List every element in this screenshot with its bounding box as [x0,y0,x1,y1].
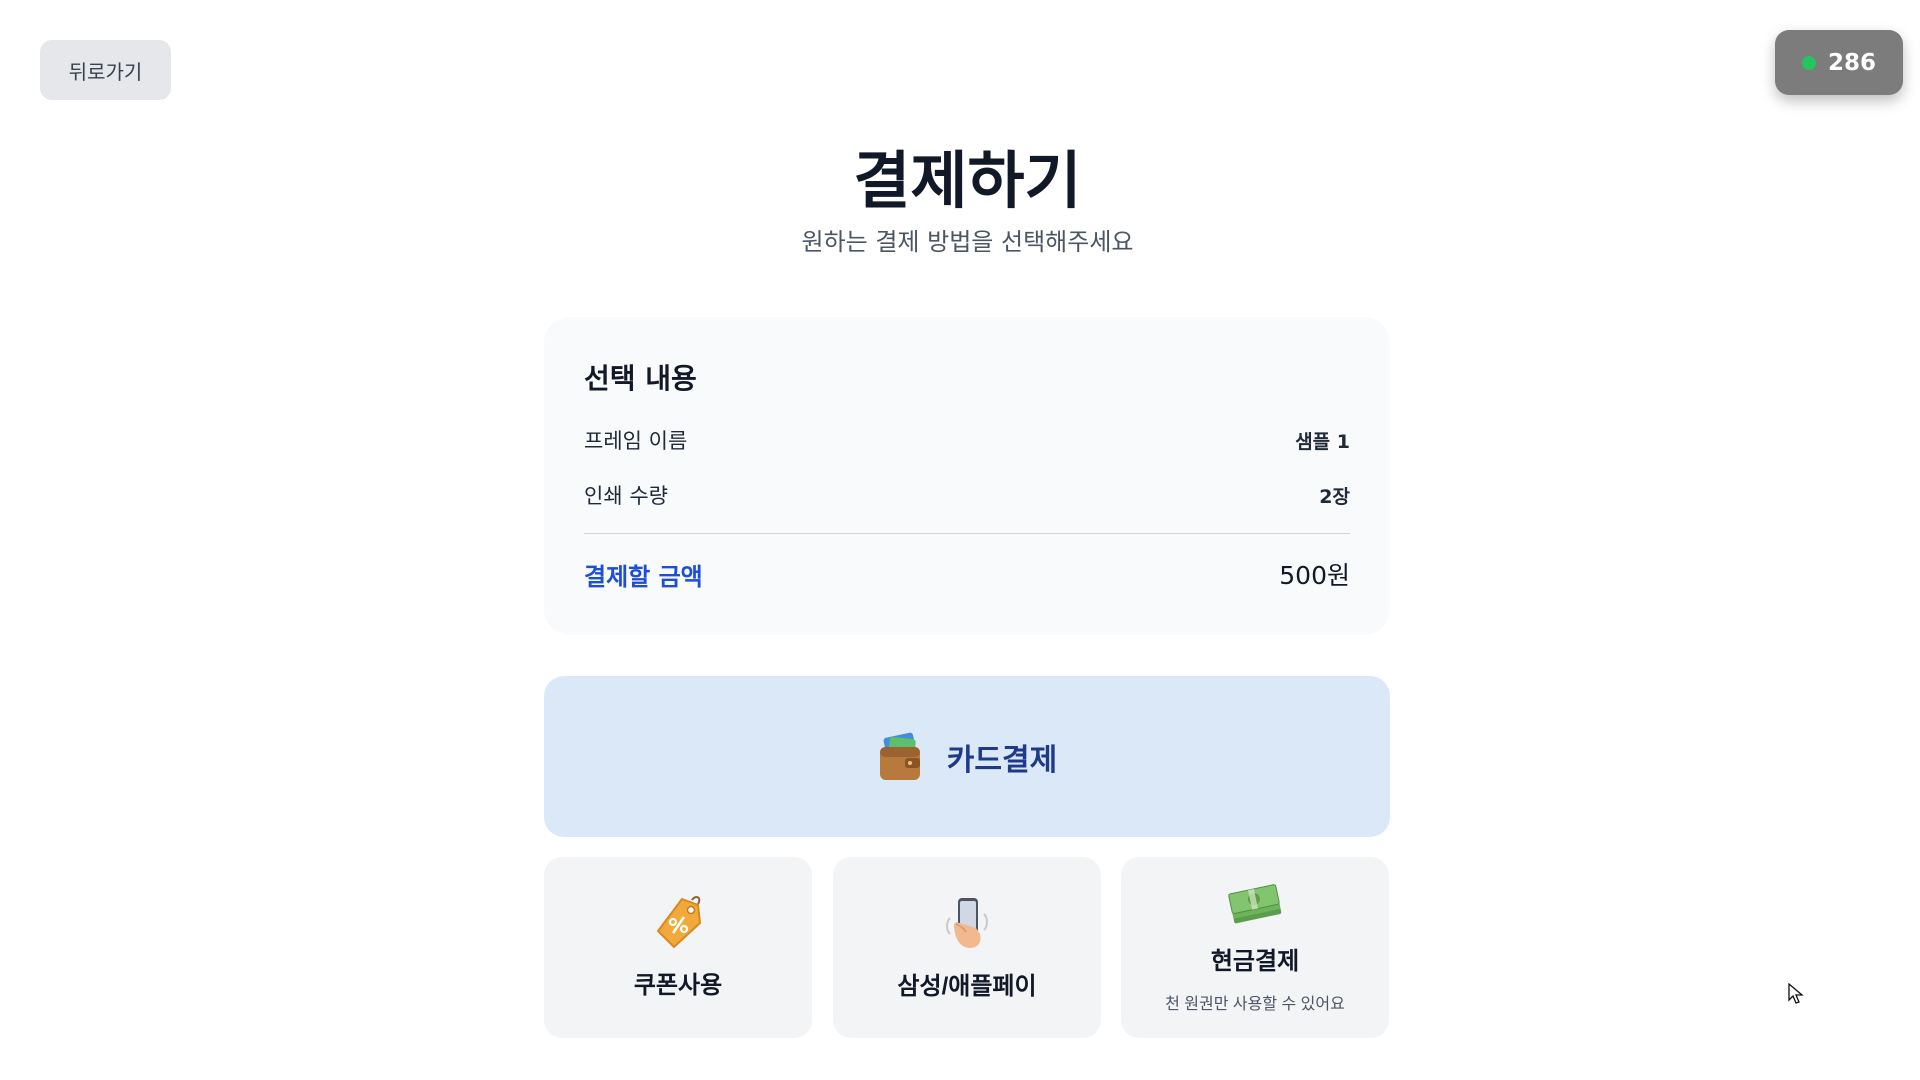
summary-heading: 선택 내용 [584,362,697,395]
cash-label: 현금결제 [1210,948,1300,975]
total-amount-value: 500원 [1279,561,1350,590]
back-button[interactable]: 뒤로가기 [40,40,171,100]
page-subtitle: 원하는 결제 방법을 선택해주세요 [801,228,1134,256]
page-title: 결제하기 [853,144,1082,217]
status-dot-icon [1801,55,1816,70]
cash-icon [1228,884,1282,924]
cash-button[interactable]: 현금결제 천 원권만 사용할 수 있어요 [1121,857,1389,1038]
summary-divider [584,533,1350,534]
coupon-label: 쿠폰사용 [633,972,723,999]
countdown-timer: 286 [1775,30,1903,95]
frame-name-label: 프레임 이름 [584,429,688,453]
card-payment-button[interactable]: 카드결제 [544,676,1390,837]
mobile-pay-label: 삼성/애플페이 [897,973,1037,1000]
cash-note: 천 원권만 사용할 수 있어요 [1165,996,1345,1013]
print-quantity-value: 2장 [1319,485,1350,508]
summary-row-quantity: 인쇄 수량 2장 [584,480,1350,510]
print-quantity-label: 인쇄 수량 [584,484,668,508]
frame-name-value: 샘플 1 [1295,430,1350,453]
wallet-icon [879,732,920,780]
summary-total-row: 결제할 금액 500원 [584,556,1350,592]
card-payment-label: 카드결제 [946,743,1058,777]
mobile-pay-button[interactable]: 삼성/애플페이 [833,857,1101,1038]
payment-page: 뒤로가기 286 결제하기 원하는 결제 방법을 선택해주세요 선택 내용 프레… [0,0,1920,1080]
mobile-phone-icon [946,898,988,948]
coupon-button[interactable]: 쿠폰사용 [544,857,812,1038]
mouse-cursor-icon [1788,983,1804,1004]
timer-value: 286 [1827,49,1876,76]
selection-summary: 선택 내용 프레임 이름 샘플 1 인쇄 수량 2장 결제할 금액 500원 [544,317,1390,635]
summary-row-frame: 프레임 이름 샘플 1 [584,425,1350,455]
total-amount-label: 결제할 금액 [584,562,703,591]
coupon-tag-icon [656,896,702,949]
